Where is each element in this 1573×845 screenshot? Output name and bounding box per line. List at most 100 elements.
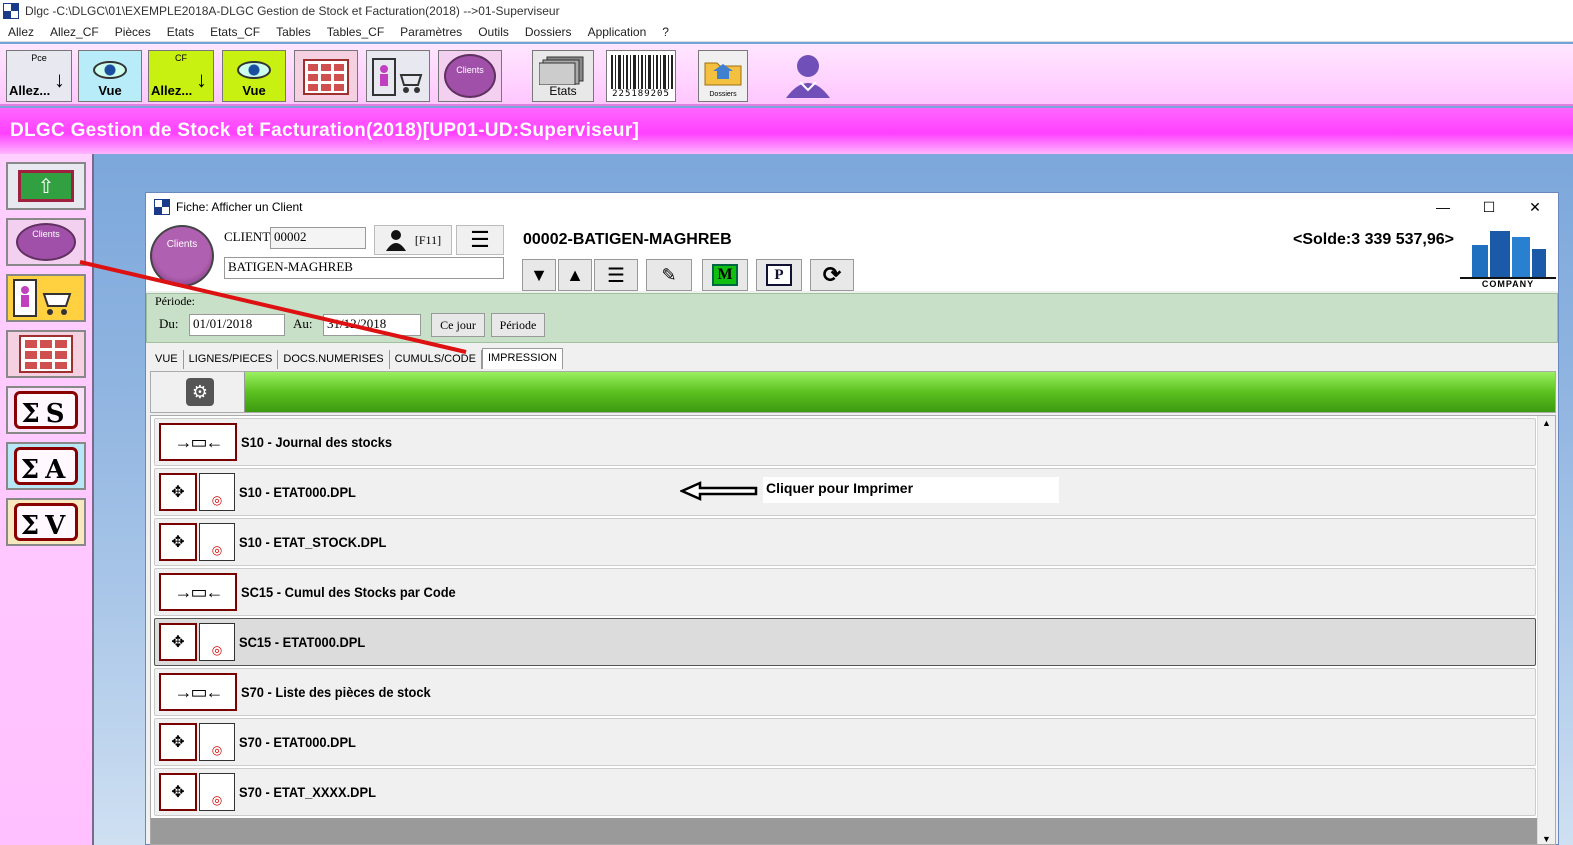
tab-impression[interactable]: IMPRESSION [481,348,564,369]
report-row[interactable]: ✥ ◎ S10 - ETAT_STOCK.DPL [154,518,1536,566]
scroll-down-icon[interactable]: ▼ [1542,834,1551,844]
report-label: SC15 - ETAT000.DPL [239,634,366,650]
prev-record-button[interactable]: ▲ [558,259,592,291]
client-name-field[interactable]: BATIGEN-MAGHREB [224,257,504,279]
tab-vue[interactable]: VUE [150,350,184,369]
expand-icon: ✥ [159,473,197,511]
report-label: S10 - ETAT_STOCK.DPL [239,534,387,550]
app-icon [3,3,19,19]
menu-button[interactable]: ☰ [456,225,504,255]
arrow-up-icon: ▲ [566,264,584,285]
shop-icon [13,279,72,317]
report-row[interactable]: ✥ ◎ S70 - ETAT000.DPL [154,718,1536,766]
menu-allez[interactable]: Allez [0,25,42,39]
left-sidebar: ⇧ Clients ΣS ΣA ΣV [0,154,94,845]
ce-jour-button[interactable]: Ce jour [431,313,485,337]
client-header-panel: Clients CLIENT: 00002 [F11] ☰ BATIGEN-MA… [146,221,1558,291]
shop-button[interactable] [366,50,430,102]
menu-etats[interactable]: Etats [159,25,202,39]
menu-etats-cf[interactable]: Etats_CF [202,25,268,39]
company-logo: COMPANY [1460,223,1556,291]
next-record-button[interactable]: ▼ [522,259,556,291]
building-icon [1472,231,1546,279]
user-button[interactable] [780,50,838,102]
clients-icon: Clients [16,223,76,261]
tables-sidebar-button[interactable] [6,330,86,378]
report-row[interactable]: →▭← S70 - Liste des pièces de stock [154,668,1536,716]
compress-icon: →▭← [159,423,237,461]
app-banner: DLGC Gestion de Stock et Facturation(201… [0,108,1573,154]
client-code-field[interactable]: 00002 [270,227,366,249]
refresh-button[interactable]: ⟳ [810,259,854,291]
tab-docs-numerises[interactable]: DOCS.NUMERISES [278,350,390,369]
report-row[interactable]: ✥ ◎ S70 - ETAT_XXXX.DPL [154,768,1536,816]
cf-allez-button[interactable]: CF ↓ Allez... [148,50,214,102]
report-label: S10 - Journal des stocks [241,434,393,450]
document-icon: ◎ [199,623,235,661]
menu-dossiers[interactable]: Dossiers [517,25,580,39]
pce-allez-button[interactable]: Pce ↓ Allez... [6,50,72,102]
maximize-button[interactable]: ☐ [1466,193,1512,221]
shop-sidebar-button[interactable] [6,274,86,322]
report-row[interactable]: →▭← S10 - Journal des stocks [154,418,1536,466]
home-button[interactable]: ⇧ [6,162,86,210]
period-label: Période: [155,294,195,308]
menu-icon: ☰ [607,264,625,287]
menu-outils[interactable]: Outils [470,25,517,39]
periode-button[interactable]: Période [491,313,545,337]
shop-icon [372,58,423,96]
gear-icon[interactable]: ⚙ [186,378,214,406]
menu-tables[interactable]: Tables [268,25,319,39]
dialog-title: Fiche: Afficher un Client [176,200,303,214]
dossiers-button[interactable]: Dossiers [698,50,748,102]
tab-cumuls-code[interactable]: CUMULS/CODE [389,350,482,369]
du-date-field[interactable]: 01/01/2018 [189,314,285,336]
menu-tables-cf[interactable]: Tables_CF [319,25,392,39]
document-icon: ◎ [199,473,235,511]
compress-icon: →▭← [159,673,237,711]
report-row[interactable]: →▭← SC15 - Cumul des Stocks par Code [154,568,1536,616]
clients-toolbar-button[interactable]: Clients [438,50,502,102]
person-icon [385,230,406,251]
p-button[interactable]: P [756,259,802,291]
expand-icon: ✥ [159,723,197,761]
etats-button[interactable]: Etats [532,50,594,102]
banner-title: DLGC Gestion de Stock et Facturation(201… [10,120,640,141]
sigma-a-icon: ΣA [14,447,78,485]
report-row[interactable]: ✥ ◎ SC15 - ETAT000.DPL [154,618,1536,666]
tables-button[interactable] [294,50,358,102]
barcode-button[interactable]: 225189205 [606,50,676,102]
list-button[interactable]: ☰ [594,259,638,291]
vue-cf-button[interactable]: Vue [222,50,286,102]
arrow-down-icon: ↓ [54,67,65,92]
vertical-scrollbar[interactable]: ▲ ▼ [1537,416,1555,844]
refresh-icon: ⟳ [822,262,842,287]
menu-parametres[interactable]: Paramètres [392,25,470,39]
menu-help[interactable]: ? [654,25,677,39]
du-label: Du: [159,316,179,331]
menu-pieces[interactable]: Pièces [107,25,159,39]
menu-icon: ☰ [470,227,490,252]
sigma-v-icon: ΣV [14,503,78,541]
sigma-v-button[interactable]: ΣV [6,498,86,546]
document-icon: ◎ [199,523,235,561]
tab-lignes-pieces[interactable]: LIGNES/PIECES [183,350,279,369]
sigma-s-button[interactable]: ΣS [6,386,86,434]
m-button[interactable]: M [702,259,748,291]
close-button[interactable]: ✕ [1512,193,1558,221]
au-date-field[interactable]: 31/12/2018 [323,314,421,336]
annotation-label: Cliquer pour Imprimer [763,477,1059,503]
sigma-a-button[interactable]: ΣA [6,442,86,490]
menu-allez-cf[interactable]: Allez_CF [42,25,107,39]
edit-button[interactable]: ✎ [646,259,692,291]
vue-button[interactable]: Vue [78,50,142,102]
expand-icon: ✥ [159,623,197,661]
barcode-number: 225189205 [612,89,670,99]
client-lookup-button[interactable]: [F11] [374,225,452,255]
menu-bar: Allez Allez_CF Pièces Etats Etats_CF Tab… [0,22,1573,42]
scroll-up-icon[interactable]: ▲ [1542,418,1551,428]
minimize-button[interactable]: — [1420,193,1466,221]
clients-sidebar-button[interactable]: Clients [6,218,86,266]
menu-application[interactable]: Application [580,25,655,39]
expand-icon: ✥ [159,773,197,811]
